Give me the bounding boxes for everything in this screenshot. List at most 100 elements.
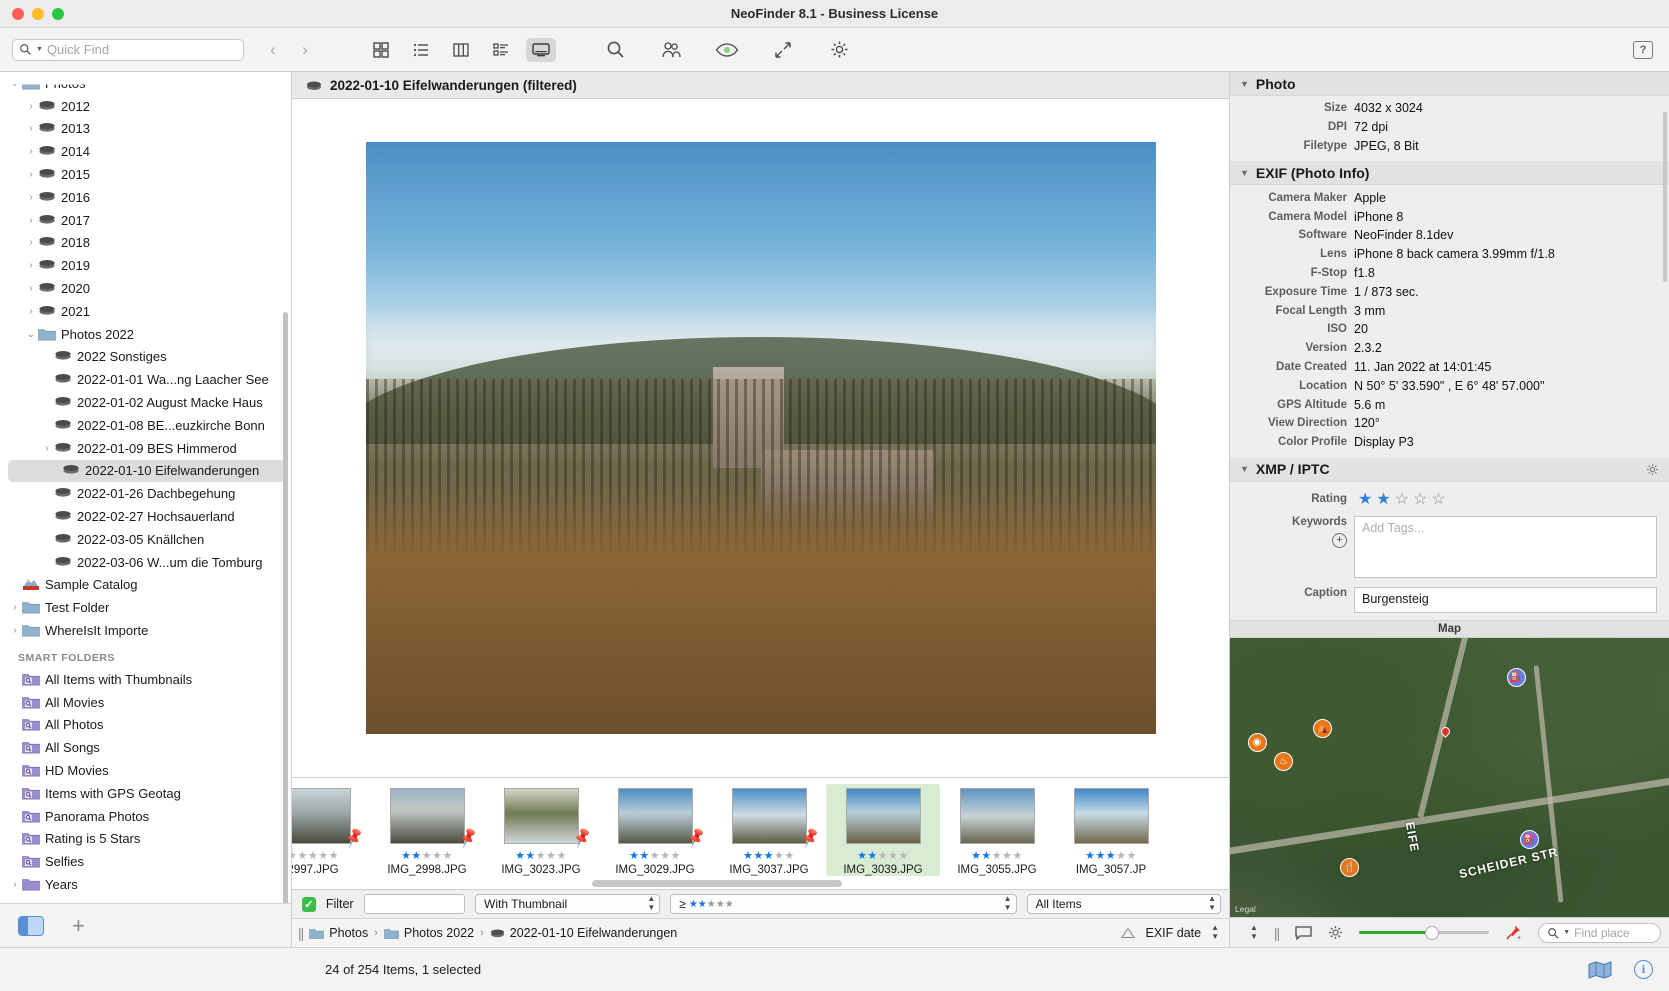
sidebar-item-2022-01-10-eifelwanderungen[interactable]: 2022-01-10 Eifelwanderungen — [8, 460, 285, 483]
keywords-input[interactable]: Add Tags... — [1354, 516, 1657, 578]
sidebar-item-2022-sonstiges[interactable]: 2022 Sonstiges — [0, 346, 291, 369]
gallery-view-button[interactable] — [366, 38, 396, 62]
smart-folder-all-songs[interactable]: All Songs — [0, 736, 291, 759]
rating-star-1[interactable]: ★ — [1358, 489, 1372, 509]
filmstrip-item[interactable]: ★★★★★IMG_3057.JP — [1054, 784, 1168, 876]
filmstrip-rating[interactable]: ★★★★★ — [292, 849, 339, 862]
sidebar-item-2022-02-27-hochsauerland[interactable]: 2022-02-27 Hochsauerland — [0, 505, 291, 528]
disclosure-triangle-icon[interactable]: › — [24, 123, 38, 134]
filmstrip-item[interactable]: 📌★★★★★IMG_3029.JPG — [598, 784, 712, 876]
sidebar-item-2015[interactable]: ›2015 — [0, 163, 291, 186]
breadcrumb-item-photos-2022[interactable]: Photos 2022 — [384, 926, 474, 940]
disclosure-triangle-icon[interactable]: › — [24, 215, 38, 226]
forward-button[interactable]: › — [296, 39, 314, 61]
sidebar-item-test-folder[interactable]: ›Test Folder — [0, 596, 291, 619]
pin-icon[interactable]: 📌 — [342, 826, 366, 849]
map-zoom-slider[interactable] — [1359, 926, 1489, 940]
disclosure-triangle-icon[interactable]: › — [24, 169, 38, 180]
sidebar-item-2022-01-09-bes-himmerod[interactable]: ›2022-01-09 BES Himmerod — [0, 437, 291, 460]
thumbnail-filter-select[interactable]: With Thumbnail ▲▼ — [475, 894, 660, 914]
filmstrip-item[interactable]: 📌★★★★★IMG_2998.JPG — [370, 784, 484, 876]
rating-star-3[interactable]: ☆ — [1395, 489, 1409, 509]
info-icon[interactable]: i — [1634, 960, 1653, 979]
drag-grip-icon[interactable]: || — [298, 925, 303, 941]
filmstrip-thumbnail[interactable]: 📌 — [618, 788, 693, 844]
disclosure-triangle-icon[interactable]: › — [24, 101, 38, 112]
sidebar-item-photos[interactable]: ⌄Photos — [0, 72, 291, 95]
breadcrumb-item-photos[interactable]: Photos — [309, 926, 368, 940]
panel-toggle-icon[interactable] — [18, 916, 44, 936]
smart-folder-all-photos[interactable]: All Photos — [0, 714, 291, 737]
map-section-header[interactable]: Map — [1230, 620, 1669, 638]
photo-section-header[interactable]: ▼ Photo — [1230, 72, 1669, 96]
smart-folder-all-items-with-thumbnails[interactable]: All Items with Thumbnails — [0, 668, 291, 691]
inspector-scrollbar[interactable] — [1663, 112, 1667, 282]
sidebar-item-2017[interactable]: ›2017 — [0, 209, 291, 232]
filmstrip-rating[interactable]: ★★★★★ — [1085, 849, 1137, 862]
rating-filter-select[interactable]: ≥ ★★★★★ ▲▼ — [670, 894, 1016, 914]
map-poi-blue[interactable]: ⛽ — [1520, 830, 1539, 849]
sidebar-item-whereisit-importe[interactable]: ›WhereIsIt Importe — [0, 619, 291, 642]
quick-find-input[interactable]: ▼ Quick Find — [12, 39, 244, 61]
sidebar-item-2022-01-01-wa-ng-laacher-see[interactable]: 2022-01-01 Wa...ng Laacher See — [0, 368, 291, 391]
xmp-section-header[interactable]: ▼ XMP / IPTC — [1230, 458, 1669, 482]
sidebar-item-2013[interactable]: ›2013 — [0, 118, 291, 141]
pin-icon[interactable]: 📌 — [684, 826, 708, 849]
map-poi-blue[interactable]: ⛽ — [1507, 668, 1526, 687]
pin-icon[interactable]: 📌 — [456, 826, 480, 849]
disclosure-triangle-icon[interactable]: › — [24, 306, 38, 317]
plus-icon[interactable]: + — [72, 915, 85, 937]
sidebar-item-2022-01-02-august-macke-haus[interactable]: 2022-01-02 August Macke Haus — [0, 391, 291, 414]
disclosure-triangle-icon[interactable]: ⌄ — [24, 329, 38, 340]
list-view-button[interactable] — [406, 38, 436, 62]
smart-folder-panorama-photos[interactable]: Panorama Photos — [0, 805, 291, 828]
find-place-input[interactable]: ▼ Find place — [1538, 923, 1661, 943]
filmstrip-thumbnail[interactable]: 📌 — [390, 788, 465, 844]
map-view[interactable]: ◉ ♨ ⛺ 🍴 ⛽ ⛽ EIFE SCHEIDER STR Legal — [1230, 638, 1669, 917]
disclosure-triangle-icon[interactable]: › — [8, 602, 22, 613]
drag-grip-icon[interactable]: || — [1274, 925, 1279, 941]
rating-star-5[interactable]: ☆ — [1431, 489, 1445, 509]
filmstrip-item[interactable]: 📌★★★★★2997.JPG — [292, 784, 370, 876]
detail-view-button[interactable] — [486, 38, 516, 62]
exif-section-header[interactable]: ▼ EXIF (Photo Info) — [1230, 161, 1669, 185]
plus-circle-icon[interactable]: + — [1332, 533, 1347, 548]
map-poi-restaurant[interactable]: 🍴 — [1340, 858, 1359, 877]
sidebar-scrollbar[interactable] — [283, 312, 288, 903]
filmstrip-item[interactable]: 📌★★★★★IMG_3023.JPG — [484, 784, 598, 876]
sidebar-scroll-area[interactable]: ⌄Photos›2012›2013›2014›2015›2016›2017›20… — [0, 72, 291, 903]
sidebar-item-2022-01-08-be-euzkirche-bonn[interactable]: 2022-01-08 BE...euzkirche Bonn — [0, 414, 291, 437]
sidebar-item-2021[interactable]: ›2021 — [0, 300, 291, 323]
filmstrip-thumbnail[interactable] — [960, 788, 1035, 844]
filmstrip-scrollbar[interactable] — [592, 880, 842, 887]
gear-icon[interactable] — [1328, 925, 1343, 940]
smart-folder-selfies[interactable]: Selfies — [0, 850, 291, 873]
people-button[interactable] — [656, 38, 686, 62]
sidebar-item-2012[interactable]: ›2012 — [0, 95, 291, 118]
filter-checkbox[interactable]: ✓ — [302, 897, 316, 912]
smart-folder-items-with-gps-geotag[interactable]: Items with GPS Geotag — [0, 782, 291, 805]
sidebar-item-2022-03-06-w-um-die-tomburg[interactable]: 2022-03-06 W...um die Tomburg — [0, 551, 291, 574]
rating-star-2[interactable]: ★ — [1376, 489, 1390, 509]
items-filter-select[interactable]: All Items ▲▼ — [1027, 894, 1221, 914]
filmstrip-thumbnail[interactable]: 📌 — [732, 788, 807, 844]
filmstrip-thumbnail[interactable]: 📌 — [504, 788, 579, 844]
sidebar-item-2019[interactable]: ›2019 — [0, 254, 291, 277]
breadcrumb-item-album[interactable]: 2022-01-10 Eifelwanderungen — [490, 926, 678, 940]
filmstrip-rating[interactable]: ★★★★★ — [515, 849, 567, 862]
smart-folder-years[interactable]: ›Years — [0, 873, 291, 896]
caption-input[interactable]: Burgensteig — [1354, 587, 1657, 613]
preview-eye-button[interactable] — [712, 38, 742, 62]
disclosure-triangle-icon[interactable]: › — [24, 260, 38, 271]
sidebar-item-2018[interactable]: ›2018 — [0, 232, 291, 255]
disclosure-triangle-icon[interactable]: › — [24, 192, 38, 203]
disclosure-triangle-icon[interactable]: › — [24, 237, 38, 248]
filmstrip-thumbnail[interactable] — [1074, 788, 1149, 844]
sidebar-item-2022-03-05-kn-llchen[interactable]: 2022-03-05 Knällchen — [0, 528, 291, 551]
stepper-arrows-icon[interactable]: ▲▼ — [1250, 924, 1258, 942]
chevron-down-icon[interactable]: ▼ — [1240, 168, 1249, 178]
rating-star-4[interactable]: ☆ — [1413, 489, 1427, 509]
help-button[interactable]: ? — [1633, 41, 1653, 59]
filmstrip-rating[interactable]: ★★★★★ — [401, 849, 453, 862]
filmstrip-rating[interactable]: ★★★★★ — [629, 849, 681, 862]
